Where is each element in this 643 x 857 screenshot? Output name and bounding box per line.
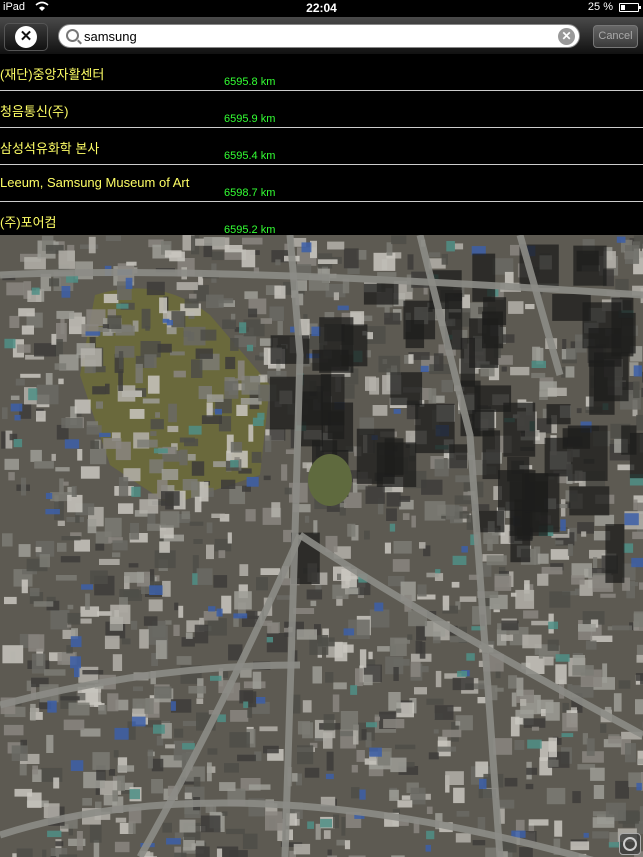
- list-item[interactable]: 청음통신(주) 6595.9 km: [0, 91, 643, 128]
- result-distance: 6595.8 km: [224, 76, 276, 88]
- map-canvas: [0, 235, 643, 857]
- result-name: (재단)중앙자활센터: [0, 67, 105, 82]
- results-list: (재단)중앙자활센터 6595.8 km 청음통신(주) 6595.9 km 삼…: [0, 54, 643, 235]
- close-icon: ✕: [15, 26, 37, 48]
- result-name: 청음통신(주): [0, 104, 69, 119]
- locate-icon: [623, 837, 637, 851]
- list-item[interactable]: (주)포어컴 6595.2 km: [0, 202, 643, 235]
- cancel-button[interactable]: Cancel: [593, 25, 638, 48]
- battery-icon: [619, 3, 641, 12]
- search-input[interactable]: [84, 27, 544, 45]
- search-bar[interactable]: ✕: [58, 24, 580, 48]
- battery-percent: 25 %: [587, 1, 613, 13]
- search-icon: [66, 29, 79, 42]
- close-button[interactable]: ✕: [4, 23, 48, 51]
- clock: 22:04: [306, 1, 337, 15]
- result-name: 삼성석유화학 본사: [0, 141, 100, 156]
- result-distance: 6595.9 km: [224, 113, 276, 125]
- satellite-map[interactable]: [0, 235, 643, 857]
- list-item[interactable]: 삼성석유화학 본사 6595.4 km: [0, 128, 643, 165]
- result-name: Leeum, Samsung Museum of Art: [0, 175, 190, 190]
- result-distance: 6595.4 km: [224, 150, 276, 162]
- locate-button[interactable]: [619, 833, 641, 855]
- result-distance: 6598.7 km: [224, 187, 276, 199]
- list-item[interactable]: (재단)중앙자활센터 6595.8 km: [0, 54, 643, 91]
- toolbar: ✕ ✕ Cancel: [0, 17, 643, 54]
- result-name: (주)포어컴: [0, 215, 57, 230]
- list-item[interactable]: Leeum, Samsung Museum of Art 6598.7 km: [0, 165, 643, 202]
- result-distance: 6595.2 km: [224, 224, 276, 235]
- clear-icon[interactable]: ✕: [558, 28, 575, 45]
- status-bar: iPad 22:04 25 %: [0, 0, 643, 17]
